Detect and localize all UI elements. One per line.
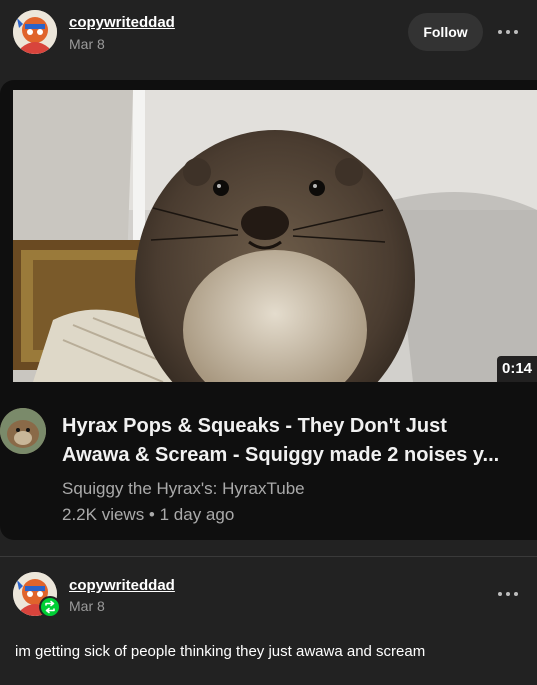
video-title[interactable]: Hyrax Pops & Squeaks - They Don't Just A… [62,412,522,470]
reblog-icon [39,596,61,618]
ellipsis-icon[interactable] [497,27,519,37]
post-body: im getting sick of people thinking they … [15,643,426,660]
video-title-line[interactable]: Hyrax Pops & Squeaks - They Don't Just [62,412,522,441]
video-stats: 2.2K views • 1 day ago [62,505,235,524]
original-post-header: copywriteddad Mar 8 Follow [0,0,537,64]
post-date[interactable]: Mar 8 [69,598,105,614]
video-title-line[interactable]: Awawa & Scream - Squiggy made 2 noises y… [62,441,522,470]
video-duration: 0:14 [497,356,537,382]
channel-name[interactable]: Squiggy the Hyrax's: HyraxTube [62,479,305,499]
channel-avatar[interactable] [0,408,46,454]
post-date[interactable]: Mar 8 [69,36,105,52]
video-thumbnail[interactable]: 0:14 [13,90,537,382]
video-embed[interactable]: 0:14 Hyrax Pops & Squeaks - They Don't J… [0,80,537,540]
username-link[interactable]: copywriteddad [69,14,175,31]
reblog-header: copywriteddad Mar 8 [0,557,537,621]
follow-button[interactable]: Follow [408,13,483,51]
username-link[interactable]: copywriteddad [69,577,175,594]
avatar[interactable] [13,10,57,54]
ellipsis-icon[interactable] [497,589,519,599]
